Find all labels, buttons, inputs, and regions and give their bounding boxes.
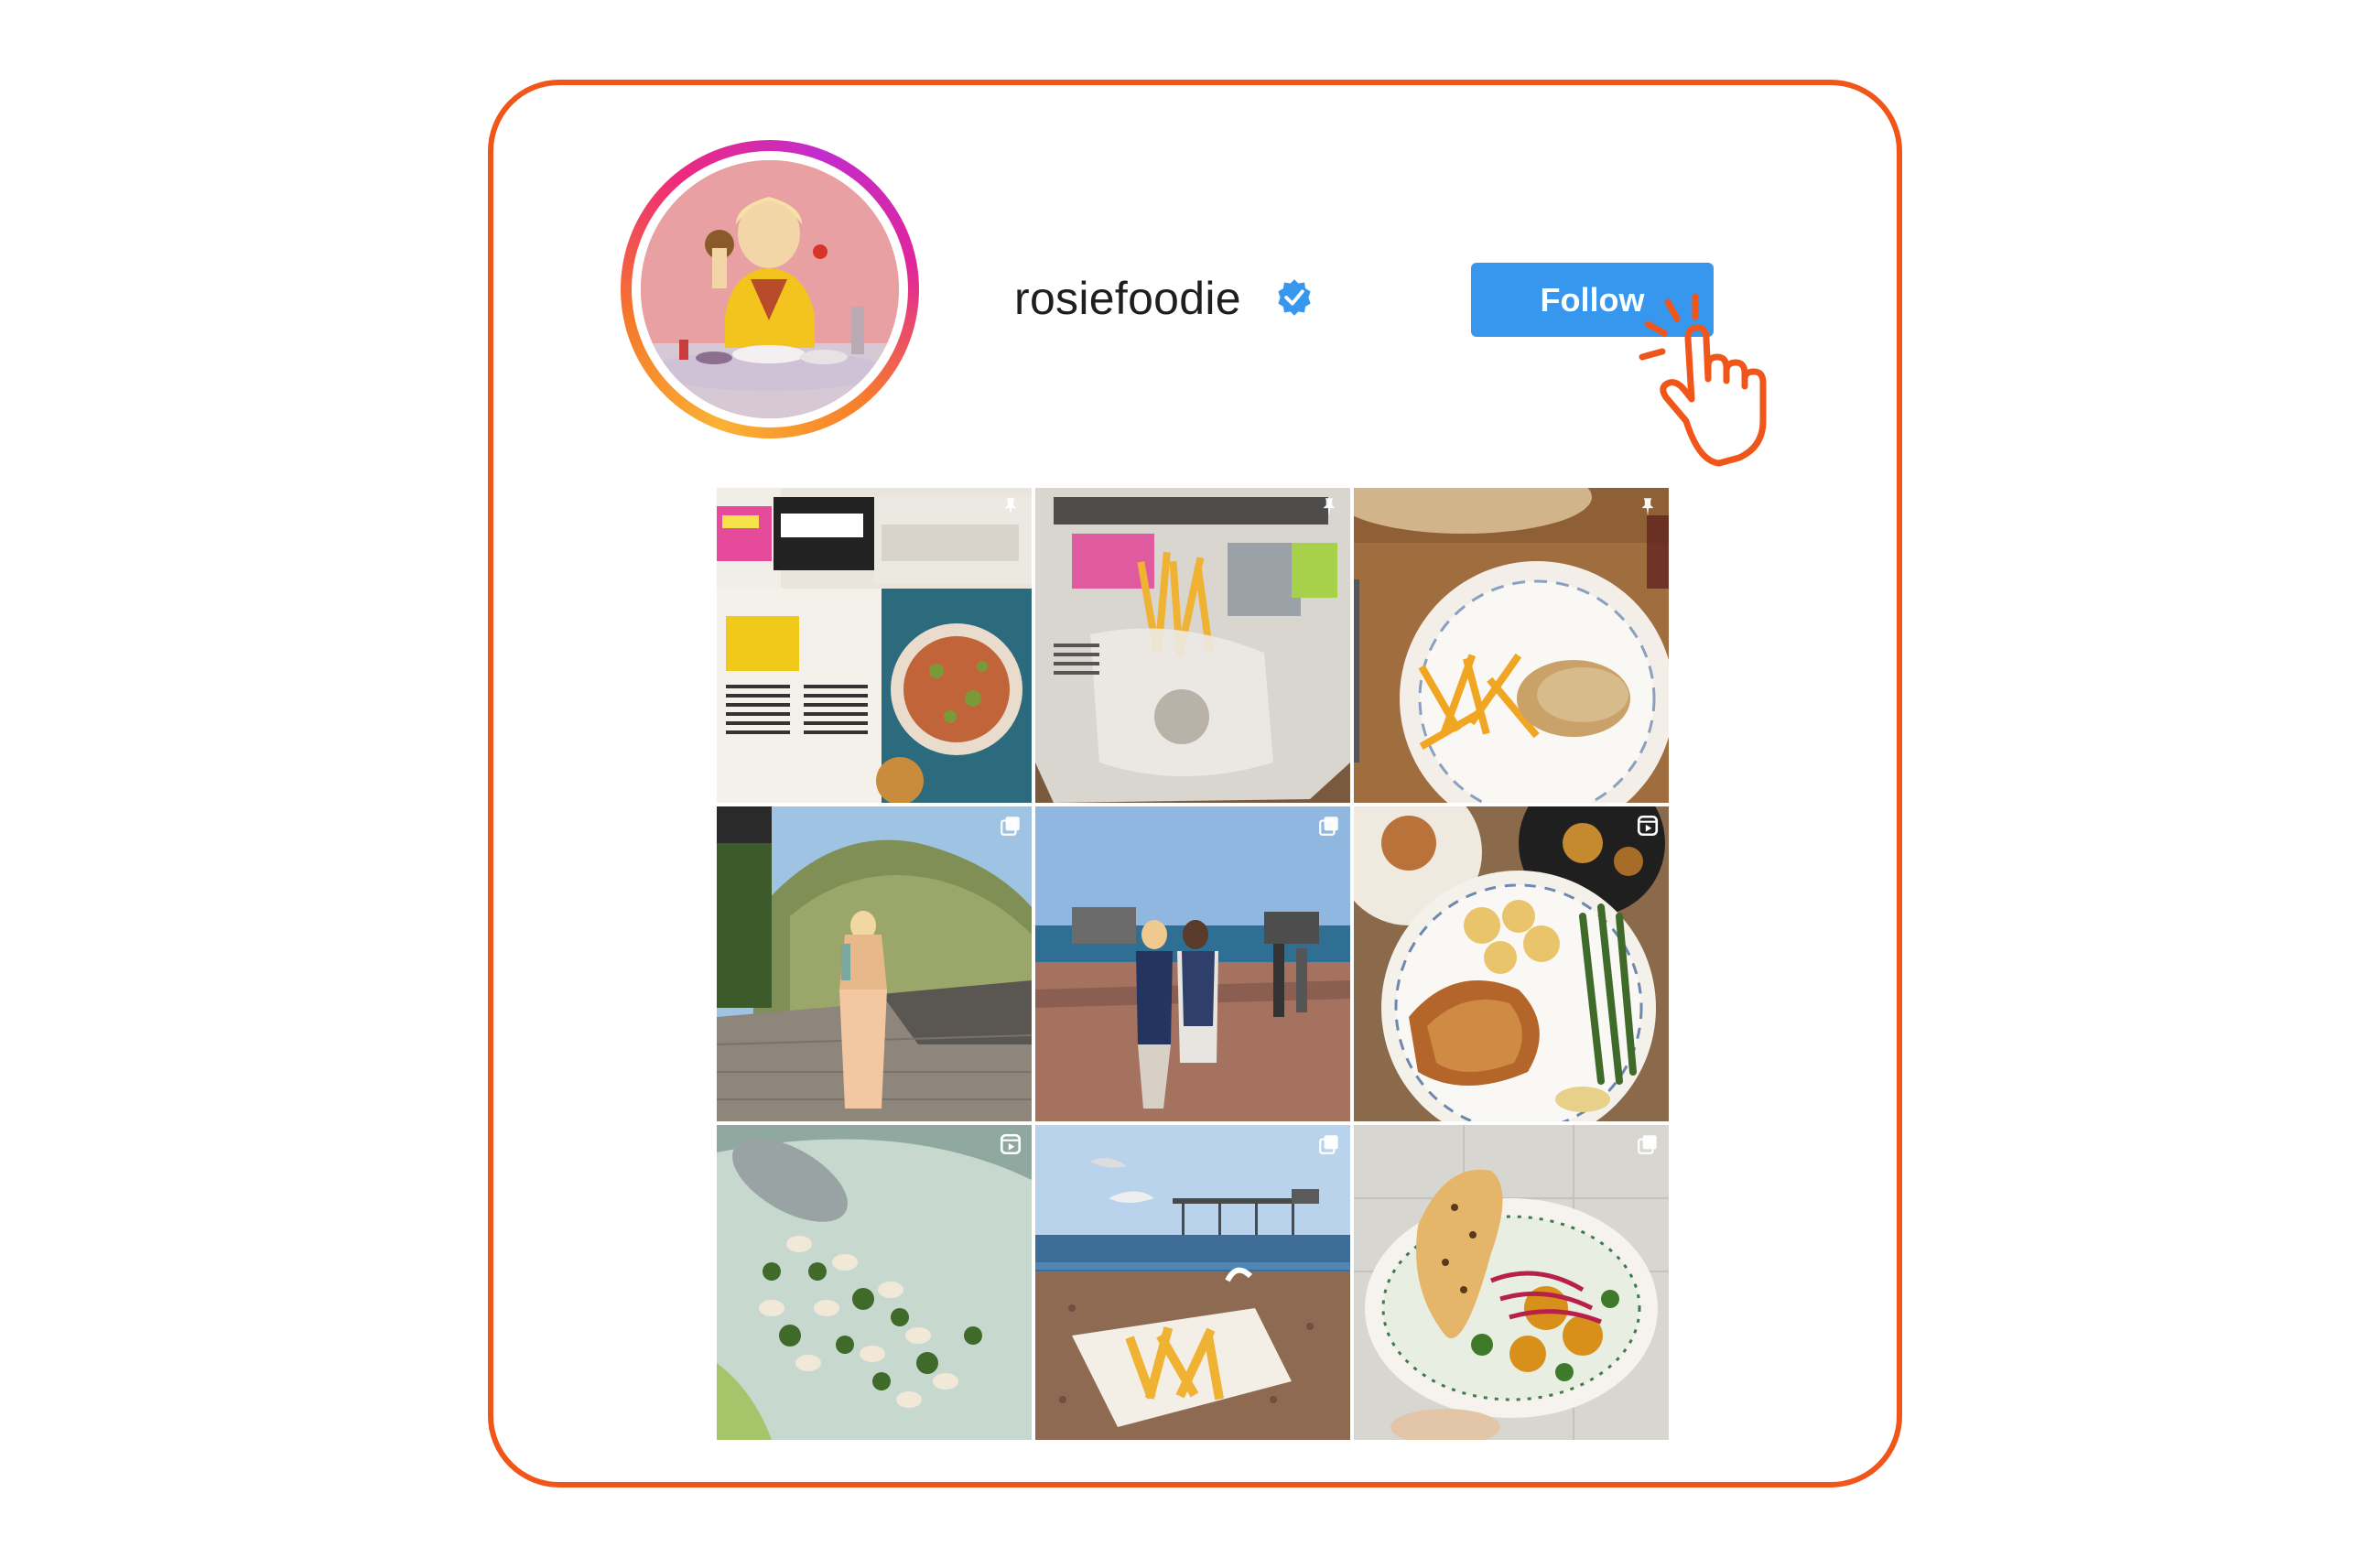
story-ring[interactable] <box>621 140 919 438</box>
post-badges-layer <box>717 488 1669 1436</box>
reel-icon <box>1000 1133 1022 1155</box>
pointing-hand-cursor-icon <box>1639 293 1767 467</box>
carousel-icon <box>1319 1135 1338 1154</box>
carousel-icon <box>1638 1135 1657 1154</box>
reel-icon <box>1637 815 1659 837</box>
avatar[interactable] <box>641 160 899 418</box>
carousel-icon <box>1319 817 1338 836</box>
pin-icon <box>1641 498 1654 516</box>
pin-icon <box>1323 498 1336 516</box>
pin-icon <box>1004 498 1017 516</box>
carousel-icon <box>1001 817 1020 836</box>
profile-username[interactable]: rosiefoodie <box>1014 272 1241 325</box>
verified-badge-icon <box>1278 279 1311 316</box>
